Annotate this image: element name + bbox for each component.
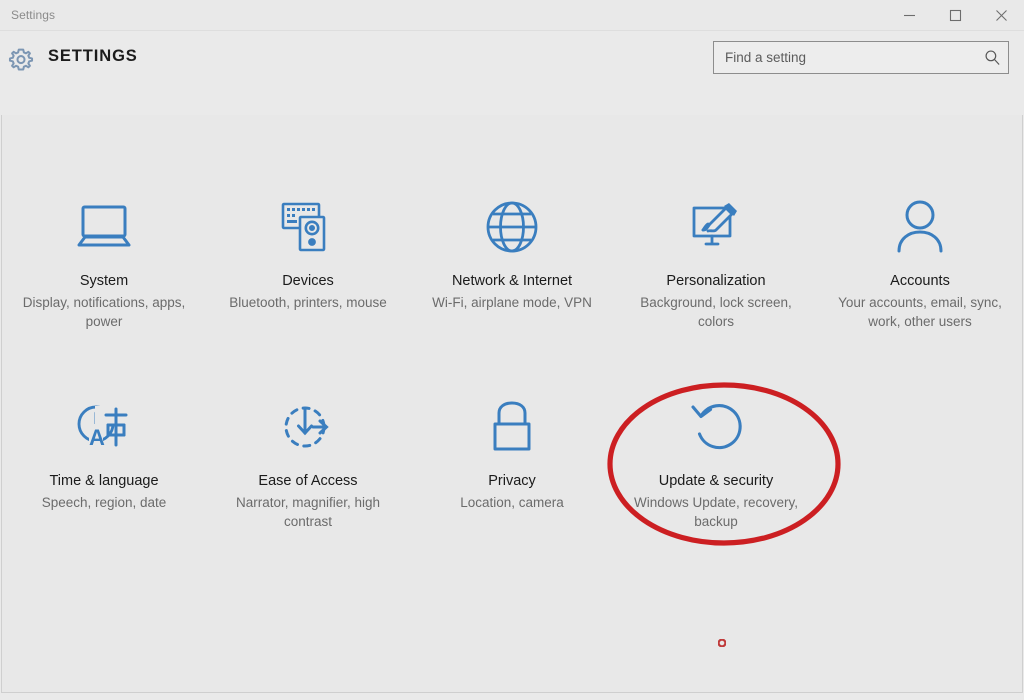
- tile-ease-of-access[interactable]: Ease of Access Narrator, magnifier, high…: [206, 387, 410, 587]
- globe-icon: [484, 191, 540, 263]
- tile-description: Windows Update, recovery, backup: [623, 493, 809, 531]
- clock-language-icon: A: [74, 391, 134, 463]
- minimize-icon: [903, 9, 916, 22]
- svg-text:A: A: [89, 425, 105, 450]
- app-header: SETTINGS: [0, 31, 1024, 115]
- tile-devices[interactable]: Devices Bluetooth, printers, mouse: [206, 187, 410, 387]
- tile-title: Network & Internet: [452, 271, 572, 291]
- accessibility-circle-icon: [279, 391, 337, 463]
- page-title: SETTINGS: [48, 47, 138, 66]
- tile-title: Update & security: [659, 471, 773, 491]
- tile-title: Ease of Access: [258, 471, 357, 491]
- tile-title: System: [80, 271, 128, 291]
- settings-window: Settings: [0, 0, 1024, 700]
- settings-tile-grid: System Display, notifications, apps, pow…: [2, 187, 1022, 587]
- tile-description: Location, camera: [460, 493, 564, 512]
- monitor-brush-icon: [686, 191, 746, 263]
- minimize-button[interactable]: [886, 0, 932, 31]
- tile-title: Time & language: [49, 471, 158, 491]
- tile-title: Privacy: [488, 471, 536, 491]
- close-icon: [995, 9, 1008, 22]
- tile-title: Accounts: [890, 271, 950, 291]
- tile-accounts[interactable]: Accounts Your accounts, email, sync, wor…: [818, 187, 1022, 387]
- tile-description: Wi-Fi, airplane mode, VPN: [432, 293, 592, 312]
- tile-description: Display, notifications, apps, power: [11, 293, 197, 331]
- tile-time-language[interactable]: A Time & language Speech, region, date: [2, 387, 206, 587]
- tile-description: Speech, region, date: [42, 493, 167, 512]
- window-title: Settings: [11, 8, 55, 22]
- laptop-icon: [73, 191, 135, 263]
- tile-update-security[interactable]: Update & security Windows Update, recove…: [614, 387, 818, 587]
- tile-privacy[interactable]: Privacy Location, camera: [410, 387, 614, 587]
- window-controls: [886, 0, 1024, 31]
- search-box[interactable]: [713, 41, 1009, 74]
- tile-personalization[interactable]: Personalization Background, lock screen,…: [614, 187, 818, 387]
- gear-icon: [3, 42, 39, 78]
- tile-description: Bluetooth, printers, mouse: [229, 293, 387, 312]
- keyboard-device-icon: [279, 191, 337, 263]
- person-icon: [894, 191, 946, 263]
- tile-system[interactable]: System Display, notifications, apps, pow…: [2, 187, 206, 387]
- settings-content: System Display, notifications, apps, pow…: [1, 115, 1023, 693]
- title-bar: Settings: [0, 0, 1024, 31]
- maximize-button[interactable]: [932, 0, 978, 31]
- close-button[interactable]: [978, 0, 1024, 31]
- refresh-circle-icon: [688, 391, 744, 463]
- search-icon[interactable]: [976, 42, 1008, 73]
- tile-description: Background, lock screen, colors: [623, 293, 809, 331]
- tile-description: Your accounts, email, sync, work, other …: [827, 293, 1013, 331]
- maximize-icon: [949, 9, 962, 22]
- padlock-icon: [487, 391, 537, 463]
- tile-title: Devices: [282, 271, 334, 291]
- tile-description: Narrator, magnifier, high contrast: [215, 493, 401, 531]
- tile-network-internet[interactable]: Network & Internet Wi-Fi, airplane mode,…: [410, 187, 614, 387]
- search-input[interactable]: [714, 50, 976, 65]
- tile-title: Personalization: [666, 271, 765, 291]
